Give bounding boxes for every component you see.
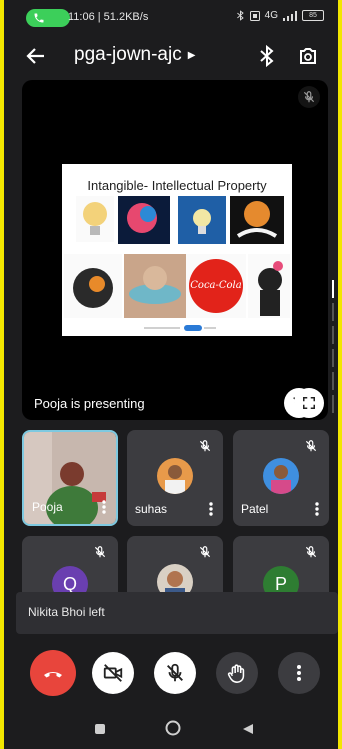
more-options-button[interactable] (278, 652, 320, 694)
scroll-indicator[interactable] (332, 280, 335, 418)
audio-output-button[interactable] (256, 44, 278, 68)
more-vert-icon[interactable] (102, 500, 106, 514)
slide-image-bulb-blue (178, 196, 226, 244)
participant-name: suhas (135, 502, 168, 516)
fullscreen-button[interactable] (294, 388, 324, 418)
slide-footer (144, 325, 216, 331)
mic-off-icon (199, 546, 211, 558)
slide-logo-text: Coca-Cola (190, 280, 242, 291)
participant-muted-indicator (195, 436, 215, 456)
notification-toast: Nikita Bhoi left (16, 592, 338, 634)
slide-image-lightbulb (76, 196, 114, 242)
slide-image-head-icons (64, 254, 122, 318)
call-end-icon (44, 672, 62, 678)
app-bar: pga-jown-ajc ▶ (4, 36, 338, 76)
battery-icon: 85 (302, 10, 324, 21)
call-controls (4, 648, 338, 698)
video-off-icon (103, 664, 123, 682)
mic-off-icon (305, 440, 317, 452)
switch-camera-button[interactable] (296, 44, 320, 68)
mic-off-icon (303, 91, 315, 103)
circle-icon (165, 720, 181, 736)
arrow-left-icon (26, 48, 44, 64)
hand-icon (227, 664, 245, 683)
more-vert-icon[interactable] (315, 502, 319, 516)
fullscreen-icon (302, 396, 316, 410)
participant-muted-indicator (301, 436, 321, 456)
meet-screen: 11:06 | 51.2KB/s 4G 85 pga-jown-ajc ▶ In… (4, 0, 338, 749)
mic-off-icon (305, 546, 317, 558)
raise-hand-button[interactable] (216, 652, 258, 694)
recents-button[interactable] (94, 722, 106, 740)
bluetooth-icon (260, 44, 274, 68)
presentation-tile[interactable]: Intangible- Intellectual Property Coca-C… (22, 80, 328, 420)
participant-tile[interactable]: suhas (127, 430, 223, 526)
triangle-left-icon (243, 724, 253, 734)
back-nav-button[interactable] (242, 722, 254, 740)
status-bar: 11:06 | 51.2KB/s 4G 85 (4, 0, 338, 36)
presenter-muted-indicator (298, 86, 320, 108)
participant-muted-indicator (301, 542, 321, 562)
participant-tile[interactable]: Pooja (22, 430, 118, 526)
caret-right-icon: ▶ (187, 49, 196, 61)
slide-image-silhouette (248, 254, 290, 318)
presenting-label: Pooja is presenting (34, 396, 145, 411)
participant-muted-indicator (90, 542, 110, 562)
avatar (263, 458, 299, 494)
mic-off-icon (199, 440, 211, 452)
mic-toggle-button[interactable] (154, 652, 196, 694)
shared-slide: Intangible- Intellectual Property Coca-C… (62, 164, 292, 336)
camera-toggle-button[interactable] (92, 652, 134, 694)
participant-tile[interactable]: Patel (233, 430, 329, 526)
slide-image-book-tree (230, 196, 284, 244)
slide-image-brain (118, 196, 170, 244)
home-button[interactable] (165, 720, 181, 741)
time-and-speed: 11:06 | 51.2KB/s (68, 11, 149, 23)
switch-camera-icon (300, 48, 316, 64)
network-type-label: 4G (264, 10, 278, 21)
nfc-icon (249, 10, 260, 21)
back-button[interactable] (24, 44, 48, 68)
system-nav-bar (4, 712, 338, 749)
bluetooth-icon (236, 10, 244, 21)
participant-muted-indicator (195, 542, 215, 562)
end-call-button[interactable] (30, 650, 76, 696)
avatar (157, 458, 193, 494)
phone-icon (34, 13, 44, 23)
slide-image-hands (124, 254, 186, 318)
slide-title: Intangible- Intellectual Property (87, 178, 267, 193)
square-icon (95, 724, 105, 734)
more-vert-icon[interactable] (209, 502, 213, 516)
toast-message: Nikita Bhoi left (28, 605, 105, 619)
participant-name: Patel (241, 502, 269, 516)
participant-name: Pooja (32, 500, 63, 514)
meeting-info-button[interactable]: pga-jown-ajc ▶ (74, 44, 195, 66)
mic-off-icon (167, 663, 183, 682)
status-icons: 4G 85 (236, 10, 324, 21)
more-vert-icon (297, 665, 301, 681)
signal-icon (283, 10, 297, 21)
meeting-code: pga-jown-ajc (74, 44, 182, 65)
ongoing-call-pill[interactable] (26, 9, 70, 27)
mic-off-icon (94, 546, 106, 558)
